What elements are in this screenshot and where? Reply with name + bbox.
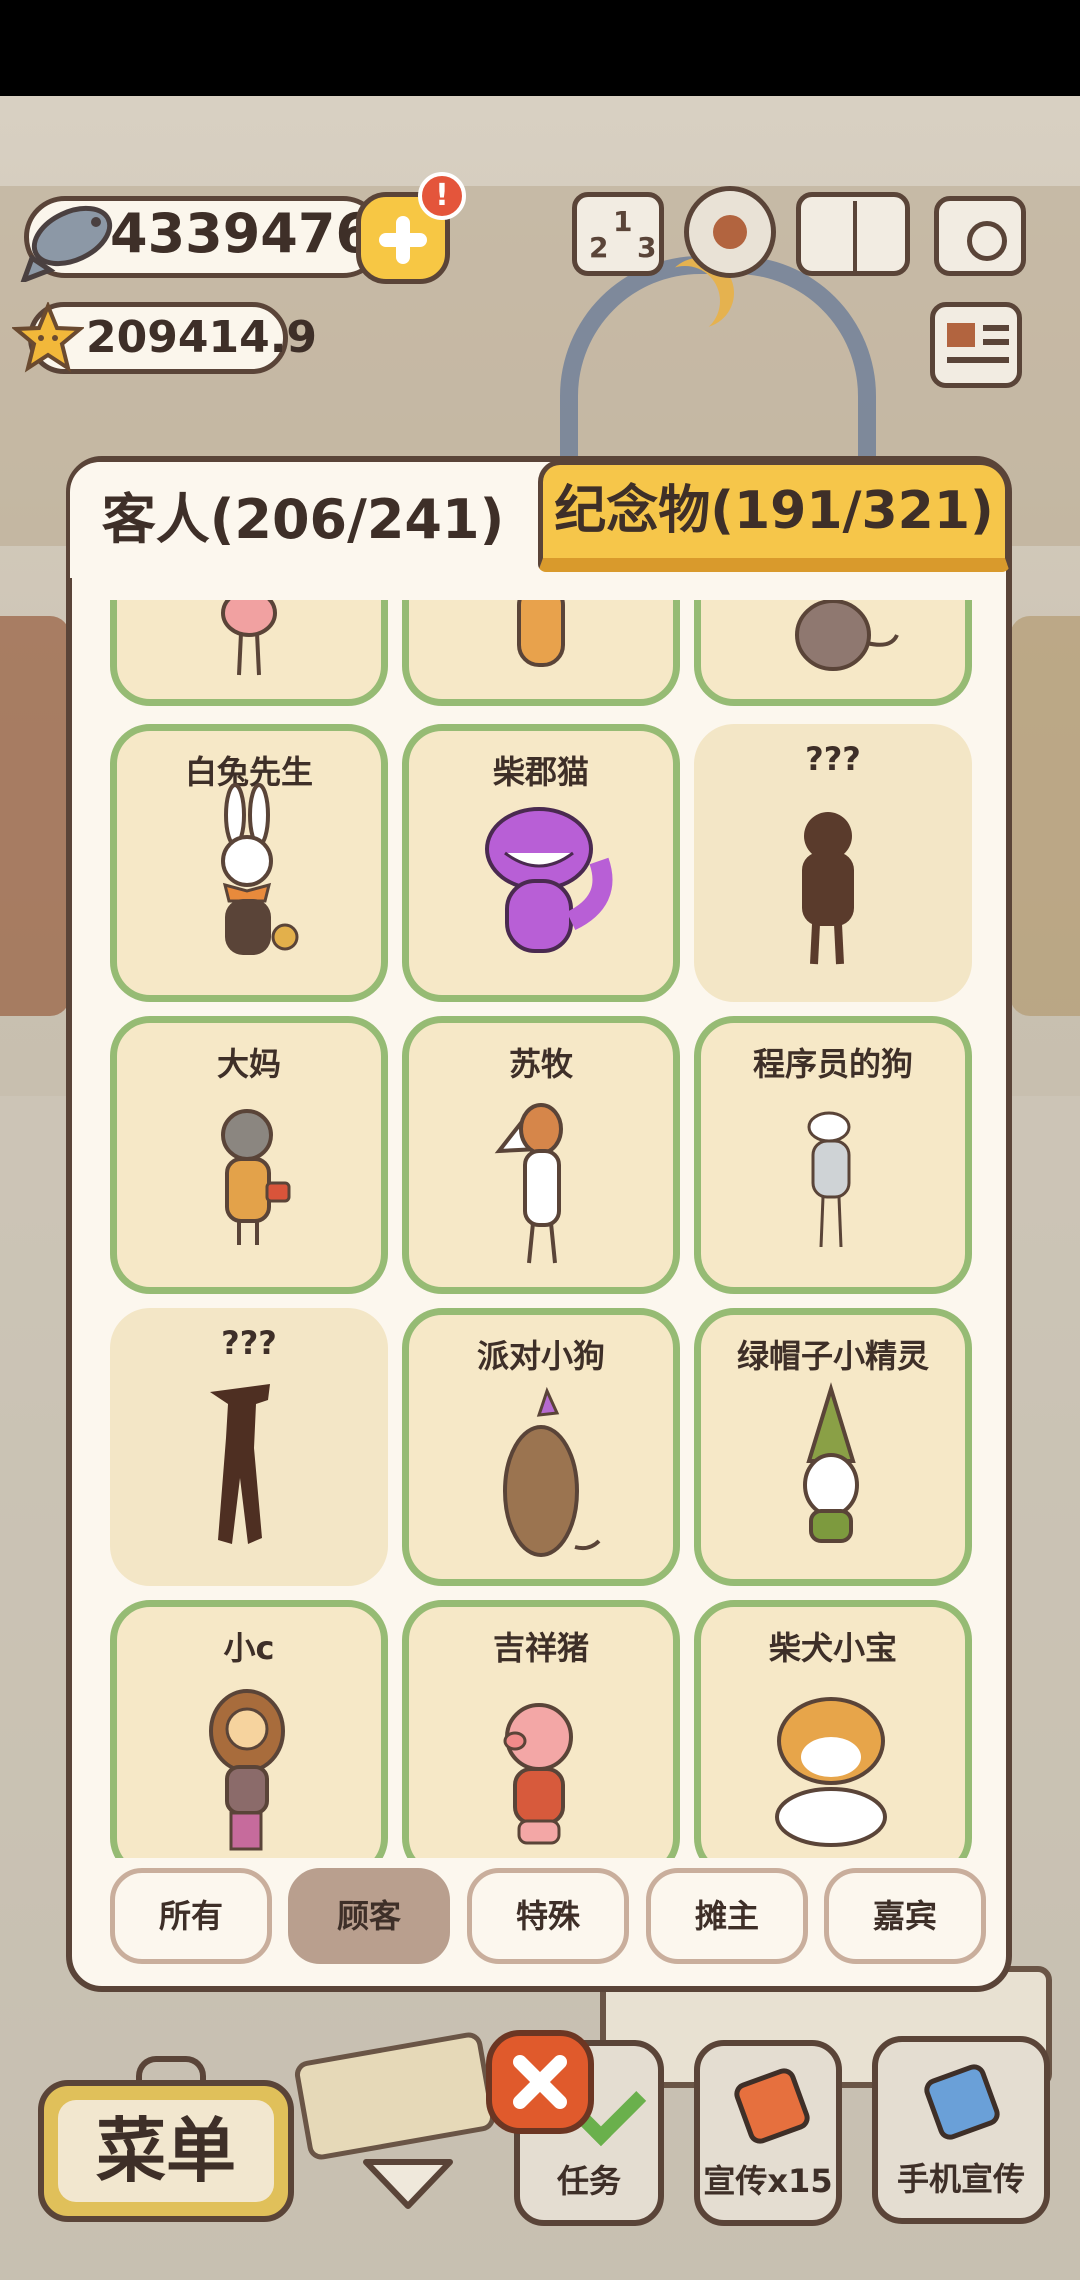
unknown-silhouette-icon [802,812,854,965]
mouse-icon [795,600,899,671]
filter-vendors-button[interactable]: 摊主 [646,1868,808,1964]
book-icon [853,201,857,271]
filter-guests-button[interactable]: 嘉宾 [824,1868,986,1964]
left-shelf [0,616,70,1016]
guest-card[interactable]: 派对小狗 [402,1308,680,1586]
guest-card-locked[interactable]: ??? [110,1308,388,1586]
gear-icon [713,215,747,249]
guest-card[interactable]: 柴郡猫 [402,724,680,1002]
fox-icon [517,600,565,667]
fish-count: 4339476 [110,202,374,265]
rank-digit: 3 [637,231,657,264]
guest-card[interactable]: 小c [110,1600,388,1858]
promo-label: 宣传x15 [703,2162,833,2200]
shiba-icon [775,1697,887,1847]
unknown-silhouette-icon [210,1384,270,1544]
programmer-dog-icon [807,1111,851,1248]
chevron-down-icon[interactable] [362,2156,454,2212]
collection-book-button[interactable] [796,192,910,276]
ranking-button[interactable]: 2 1 3 [572,192,664,276]
status-bar [0,0,1080,96]
guest-card[interactable] [402,600,680,706]
moon-decoration [650,266,720,336]
collie-icon [494,1103,563,1264]
filter-bar: 所有 顾客 特殊 摊主 嘉宾 [110,1868,990,1968]
filter-special-button[interactable]: 特殊 [467,1868,629,1964]
guest-card[interactable]: 白兔先生 [110,724,388,1002]
filter-customers-button[interactable]: 顾客 [288,1868,450,1964]
cheshire-cat-icon [485,807,613,953]
close-button[interactable] [486,2030,594,2134]
phone-promo-button[interactable]: 手机宣传 [872,2036,1050,2224]
flamingo-icon [221,600,277,676]
menu-label: 菜单 [58,2100,274,2202]
phone-icon [920,2060,1004,2144]
white-rabbit-icon [221,783,299,955]
menu-button[interactable]: 菜单 [38,2080,294,2222]
rank-digit: 1 [613,205,633,238]
guest-card[interactable]: 大妈 [110,1016,388,1294]
tab-souvenirs[interactable]: 纪念物(191/321) [538,460,1010,572]
guest-card[interactable]: 程序员的狗 [694,1016,972,1294]
guest-card-locked[interactable]: ??? [694,724,972,1002]
phone-promo-label: 手机宣传 [896,2160,1025,2198]
camera-button[interactable] [934,196,1026,276]
guest-card[interactable] [110,600,388,706]
rank-digit: 2 [589,231,609,264]
guest-card[interactable] [694,600,972,706]
fish-icon [20,205,113,282]
star-icon [12,302,84,373]
girl-icon [209,1689,285,1851]
guest-card[interactable]: 绿帽子小精灵 [694,1308,972,1586]
guest-card[interactable]: 吉祥猪 [402,1600,680,1858]
gnome-icon [803,1382,859,1543]
promo-button[interactable]: 宣传x15 [694,2040,842,2226]
auntie-icon [221,1109,291,1245]
guest-grid[interactable]: 白兔先生 柴郡猫 ??? 大妈 苏牧 程序员的狗 ??? 派对小狗 绿帽子小精灵… [104,600,980,1858]
flyer-icon [730,2064,814,2148]
camera-icon [967,221,1007,261]
guest-card[interactable]: 柴犬小宝 [694,1600,972,1858]
close-icon [513,2055,567,2109]
party-dog-icon [503,1386,601,1557]
right-shelf [1010,616,1080,1016]
lucky-pig-icon [503,1703,573,1845]
tab-guests[interactable]: 客人(206/241) [70,462,536,578]
newspaper-icon [947,323,975,347]
filter-all-button[interactable]: 所有 [110,1868,272,1964]
task-label: 任务 [556,2162,621,2200]
newspaper-button[interactable] [930,302,1022,388]
star-count: 209414.9 [86,312,318,363]
settings-gear-button[interactable] [684,186,776,278]
alert-badge: ! [418,172,466,220]
guest-card[interactable]: 苏牧 [402,1016,680,1294]
